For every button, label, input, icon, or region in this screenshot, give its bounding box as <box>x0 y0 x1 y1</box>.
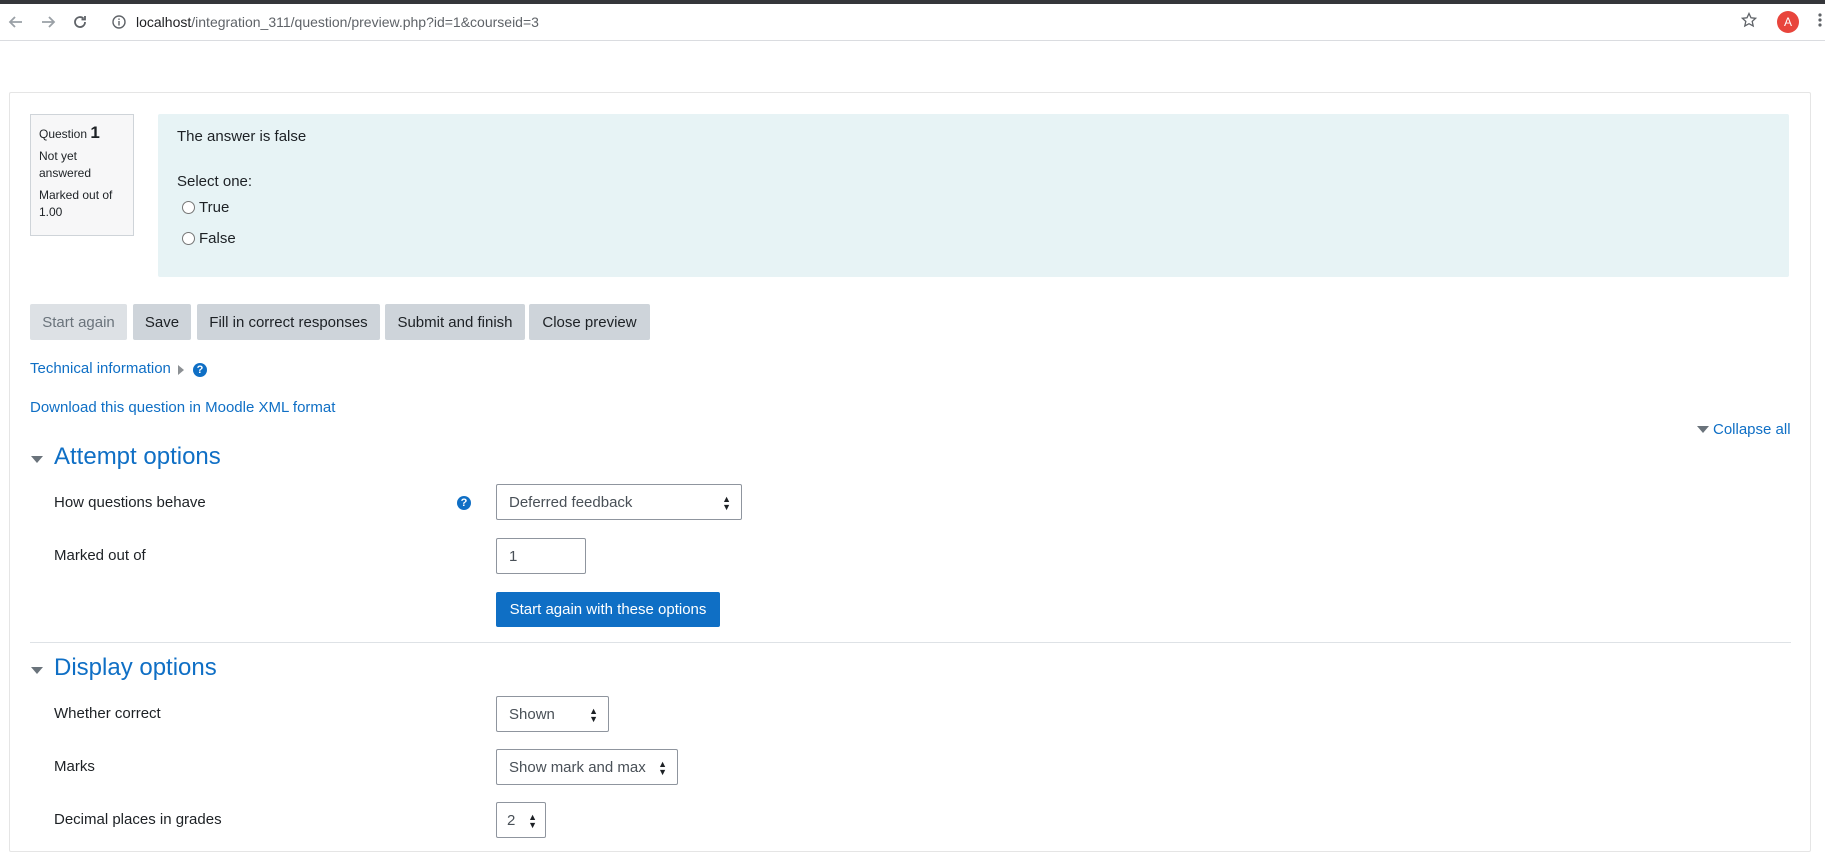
close-preview-button[interactable]: Close preview <box>529 304 650 340</box>
submit-finish-button[interactable]: Submit and finish <box>385 304 525 340</box>
download-xml-link[interactable]: Download this question in Moodle XML for… <box>30 399 335 416</box>
section-divider <box>30 642 1791 643</box>
collapse-all-link[interactable]: Collapse all <box>1713 421 1791 438</box>
question-mark: Marked out of 1.00 <box>39 188 113 219</box>
answer-option-label: True <box>199 199 230 216</box>
start-again-button[interactable]: Start again <box>30 304 127 340</box>
select-arrows-icon: ▲ ▼ <box>528 812 537 830</box>
answer-prompt: Select one: <box>177 173 253 190</box>
marks-label: Marks <box>54 758 95 775</box>
technical-info-link[interactable]: Technical information <box>30 360 171 377</box>
answer-option-false[interactable]: False <box>182 230 236 247</box>
decimal-places-label: Decimal places in grades <box>54 811 222 828</box>
attempt-options-title[interactable]: Attempt options <box>54 443 221 471</box>
forward-icon[interactable] <box>36 10 60 34</box>
save-button[interactable]: Save <box>133 304 191 340</box>
question-text: The answer is false <box>177 128 307 145</box>
back-icon[interactable] <box>4 10 28 34</box>
behaviour-select-value: Deferred feedback <box>509 493 633 511</box>
question-info-box: Question 1 Not yet answered Marked out o… <box>30 114 134 236</box>
select-arrows-icon: ▲ ▼ <box>722 494 731 512</box>
display-options-title[interactable]: Display options <box>54 654 217 682</box>
question-number-value: 1 <box>90 123 100 142</box>
marked-out-label: Marked out of <box>54 547 146 564</box>
browser-menu-icon[interactable] <box>1817 12 1825 33</box>
expand-arrow-icon[interactable] <box>178 365 184 375</box>
question-formulation: The answer is false Select one: True Fal… <box>158 114 1789 277</box>
fill-correct-button[interactable]: Fill in correct responses <box>197 304 380 340</box>
question-label: Question <box>39 127 88 141</box>
help-icon[interactable]: ? <box>457 496 471 510</box>
whether-correct-label: Whether correct <box>54 705 161 722</box>
question-state: Not yet answered <box>39 149 92 180</box>
behaviour-select[interactable]: Deferred feedback ▲ ▼ <box>496 484 742 520</box>
url-host: localhost <box>136 14 192 30</box>
bookmark-star-icon[interactable] <box>1740 11 1758 33</box>
reload-icon[interactable] <box>68 10 92 34</box>
answer-option-label: False <box>199 230 236 247</box>
browser-toolbar: localhost/integration_311/question/previ… <box>0 4 1825 41</box>
section-toggle-icon[interactable] <box>31 456 43 463</box>
select-arrows-icon: ▲ ▼ <box>589 706 598 724</box>
marks-select[interactable]: Show mark and max ▲ ▼ <box>496 749 678 785</box>
decimal-places-select[interactable]: 2 ▲ ▼ <box>496 802 546 838</box>
url-path: /integration_311/question/preview.php?id… <box>191 14 539 30</box>
collapse-arrow-icon[interactable] <box>1697 426 1709 433</box>
whether-correct-select[interactable]: Shown ▲ ▼ <box>496 696 609 732</box>
address-bar[interactable]: localhost/integration_311/question/previ… <box>104 8 1765 36</box>
profile-avatar[interactable]: A <box>1777 11 1799 33</box>
marked-out-input[interactable]: 1 <box>496 538 586 574</box>
behaviour-label: How questions behave <box>54 494 206 511</box>
decimal-places-value: 2 <box>507 811 516 829</box>
answer-option-true[interactable]: True <box>182 199 229 216</box>
radio-false[interactable] <box>182 232 195 245</box>
marks-value: Show mark and max <box>509 758 646 776</box>
site-info-icon[interactable] <box>112 15 126 29</box>
start-again-options-button[interactable]: Start again with these options <box>496 592 720 627</box>
section-toggle-icon[interactable] <box>31 667 43 674</box>
question-number: Question 1 <box>39 124 125 143</box>
select-arrows-icon: ▲ ▼ <box>658 759 667 777</box>
whether-correct-value: Shown <box>509 705 555 723</box>
radio-true[interactable] <box>182 201 195 214</box>
help-icon[interactable]: ? <box>193 363 207 377</box>
